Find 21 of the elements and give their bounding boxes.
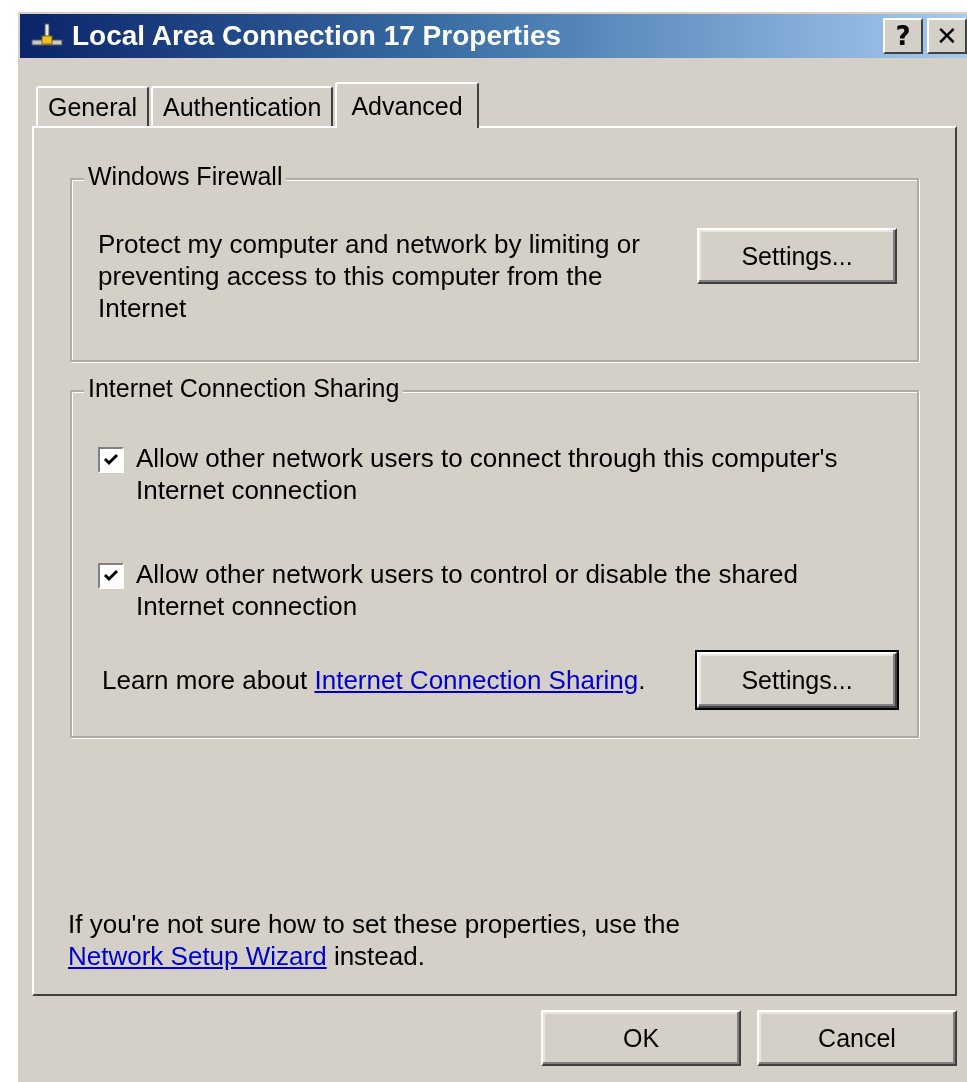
description-text: Protect my computer and network by limiting or preventing access to this computer from the Internet (98, 228, 641, 324)
check-icon (103, 569, 119, 583)
ok-button[interactable]: OK (541, 1010, 741, 1066)
tab[interactable]: General (36, 86, 149, 126)
help-button[interactable]: ? (883, 18, 923, 54)
checkbox-label: Allow other network users to control or disable the shared Internet connection (136, 558, 799, 622)
close-button[interactable]: ✕ (927, 18, 967, 54)
window-title: Local Area Connection 17 Properties (72, 20, 563, 52)
checkbox[interactable] (98, 563, 124, 589)
tab[interactable]: Advanced (335, 82, 479, 128)
check-icon (103, 453, 119, 467)
settings-button[interactable]: Settings... (697, 652, 897, 708)
learn-more-text: Learn more about Internet Connection Sharing. (102, 664, 646, 696)
help-link[interactable]: Internet Connection Sharing (314, 664, 639, 695)
settings-button[interactable]: Settings... (697, 228, 897, 284)
tab[interactable]: Authentication (150, 86, 334, 126)
help-link[interactable]: Network Setup Wizard (68, 941, 327, 971)
help-note-text: If you're not sure how to set these properties, use the Network Setup Wizard instead. (68, 908, 681, 972)
cancel-button[interactable]: Cancel (757, 1010, 957, 1066)
checkbox[interactable] (98, 447, 124, 473)
checkbox-label: Allow other network users to connect through this computer's Internet connection (136, 442, 839, 506)
